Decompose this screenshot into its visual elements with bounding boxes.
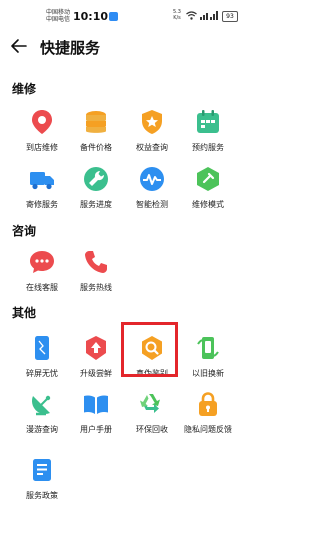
service-appointment[interactable]: 预约服务 [178, 108, 238, 153]
satellite-dish-icon [32, 395, 51, 416]
service-label: 服务进度 [80, 200, 112, 209]
service-label: 预约服务 [192, 143, 224, 152]
service-label: 服务政策 [26, 491, 58, 500]
chat-bubble-icon [30, 251, 54, 273]
service-policy[interactable]: 服务政策 [12, 456, 72, 501]
hexagon-tool-icon [197, 167, 219, 191]
service-screen-protection[interactable]: 碎屏无忧 [12, 334, 72, 379]
service-label: 漫游查询 [26, 425, 58, 434]
service-parts-price[interactable]: 备件价格 [66, 108, 126, 153]
service-label: 环保回收 [136, 425, 168, 434]
service-trade-in[interactable]: 以旧换新 [178, 334, 238, 379]
service-online-support[interactable]: 在线客服 [12, 248, 72, 293]
battery-icon: 93 [222, 11, 238, 22]
service-hotline[interactable]: 服务热线 [66, 248, 126, 293]
trade-in-phone-icon [197, 337, 219, 359]
calendar-icon [197, 110, 219, 133]
carrier-info: 中国移动 中国电信 [46, 9, 70, 23]
service-progress[interactable]: 服务进度 [66, 165, 126, 210]
truck-icon [30, 172, 54, 190]
service-label: 用户手册 [80, 425, 112, 434]
service-upgrade-preview[interactable]: 升级尝鲜 [66, 334, 126, 379]
service-roaming-query[interactable]: 漫游查询 [12, 390, 72, 435]
carrier-2: 中国电信 [46, 16, 71, 23]
wrench-icon [84, 167, 108, 191]
shield-star-icon [142, 110, 162, 134]
pulse-icon [140, 167, 164, 191]
network-speed: 5.3 K/s [173, 9, 181, 21]
recycle-icon [140, 394, 160, 413]
service-smart-detection[interactable]: 智能检测 [122, 165, 182, 210]
service-label: 权益查询 [136, 143, 168, 152]
service-eco-recycle[interactable]: 环保回收 [122, 390, 182, 435]
service-label: 以旧换新 [192, 369, 224, 378]
location-pin-icon [32, 110, 52, 134]
wifi-icon [186, 11, 197, 20]
back-arrow-icon[interactable] [10, 37, 28, 55]
service-mail-repair[interactable]: 寄修服务 [12, 165, 72, 210]
service-label: 寄修服务 [26, 200, 58, 209]
coin-stack-icon [86, 111, 106, 133]
cracked-phone-icon [35, 336, 49, 360]
service-label: 升级尝鲜 [80, 369, 112, 378]
service-label: 维修模式 [192, 200, 224, 209]
section-title-repair: 维修 [12, 82, 37, 96]
page-title: 快捷服务 [40, 39, 101, 57]
service-label: 到店维修 [26, 143, 58, 152]
service-label: 智能检测 [136, 200, 168, 209]
upgrade-arrow-icon [86, 336, 106, 360]
service-repair-mode[interactable]: 维修模式 [178, 165, 238, 210]
phone-icon [85, 251, 107, 273]
app-notification-icon [109, 12, 118, 21]
section-title-consult: 咨询 [12, 224, 37, 238]
open-book-icon [84, 395, 108, 414]
lock-icon [199, 392, 217, 416]
service-label: 在线客服 [26, 283, 58, 292]
service-user-manual[interactable]: 用户手册 [66, 390, 126, 435]
service-store-repair[interactable]: 到店维修 [12, 108, 72, 153]
service-label: 服务热线 [80, 283, 112, 292]
service-label: 隐私问题反馈 [184, 425, 232, 434]
service-benefits-query[interactable]: 权益查询 [122, 108, 182, 153]
policy-document-icon [33, 459, 51, 481]
highlight-box [121, 322, 178, 377]
clock: 10:10 [73, 10, 109, 23]
carrier-1: 中国移动 [46, 9, 71, 16]
section-title-other: 其他 [12, 306, 37, 320]
status-bar: 中国移动 中国电信 10:10 5.3 K/s 93 [0, 0, 250, 30]
service-label: 碎屏无忧 [26, 369, 58, 378]
page-header: 快捷服务 [0, 30, 250, 64]
signal-icon [200, 11, 218, 20]
speed-unit: K/s [173, 15, 181, 21]
service-privacy-feedback[interactable]: 隐私问题反馈 [178, 390, 238, 435]
service-label: 备件价格 [80, 143, 112, 152]
